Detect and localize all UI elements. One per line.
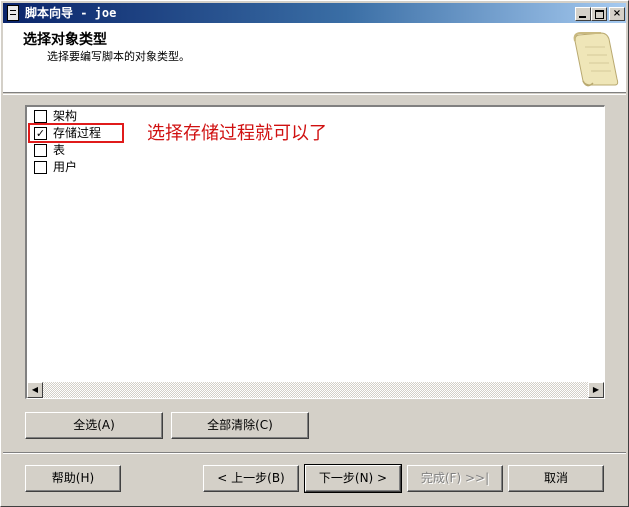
minimize-button[interactable] xyxy=(575,7,591,21)
annotation-text: 选择存储过程就可以了 xyxy=(147,123,327,144)
script-wizard-window: 脚本向导 - joe × 选择对象类型 选择要编写脚本的对象类型。 架构 ✓ 存… xyxy=(0,0,629,507)
item-label: 存储过程 xyxy=(53,126,102,140)
close-button[interactable]: × xyxy=(609,7,625,21)
next-button[interactable]: 下一步(N) > xyxy=(304,464,402,493)
page-subtitle: 选择要编写脚本的对象类型。 xyxy=(47,50,190,63)
scroll-track[interactable] xyxy=(43,382,588,398)
page-title: 选择对象类型 xyxy=(23,32,107,48)
header-divider xyxy=(3,94,626,96)
scroll-parchment-icon xyxy=(573,32,619,87)
wizard-header: 选择对象类型 选择要编写脚本的对象类型。 xyxy=(3,23,626,93)
script-document-icon xyxy=(7,5,19,21)
footer-divider xyxy=(3,452,626,454)
select-all-button[interactable]: 全选(A) xyxy=(25,412,163,439)
clear-all-button[interactable]: 全部清除(C) xyxy=(171,412,309,439)
object-type-list[interactable]: 架构 ✓ 存储过程 表 用户 选择存储过程就可以了 ◀ ▶ xyxy=(25,105,605,399)
checkbox-table[interactable] xyxy=(34,144,47,157)
scroll-left-button[interactable]: ◀ xyxy=(27,382,43,398)
help-button[interactable]: 帮助(H) xyxy=(25,465,121,492)
checkbox-schema[interactable] xyxy=(34,110,47,123)
item-label: 用户 xyxy=(53,160,78,174)
item-label: 表 xyxy=(53,143,66,157)
back-button[interactable]: < 上一步(B) xyxy=(203,465,299,492)
horizontal-scrollbar[interactable]: ◀ ▶ xyxy=(27,382,604,398)
checkbox-user[interactable] xyxy=(34,161,47,174)
window-title: 脚本向导 - joe xyxy=(25,6,117,20)
item-label: 架构 xyxy=(53,109,78,123)
scroll-right-button[interactable]: ▶ xyxy=(588,382,604,398)
checkbox-stored-procedure[interactable]: ✓ xyxy=(34,127,47,140)
finish-button[interactable]: 完成(F) >>| xyxy=(407,465,503,492)
title-bar[interactable]: 脚本向导 - joe × xyxy=(3,3,626,23)
maximize-button[interactable] xyxy=(591,7,607,21)
cancel-button[interactable]: 取消 xyxy=(508,465,604,492)
